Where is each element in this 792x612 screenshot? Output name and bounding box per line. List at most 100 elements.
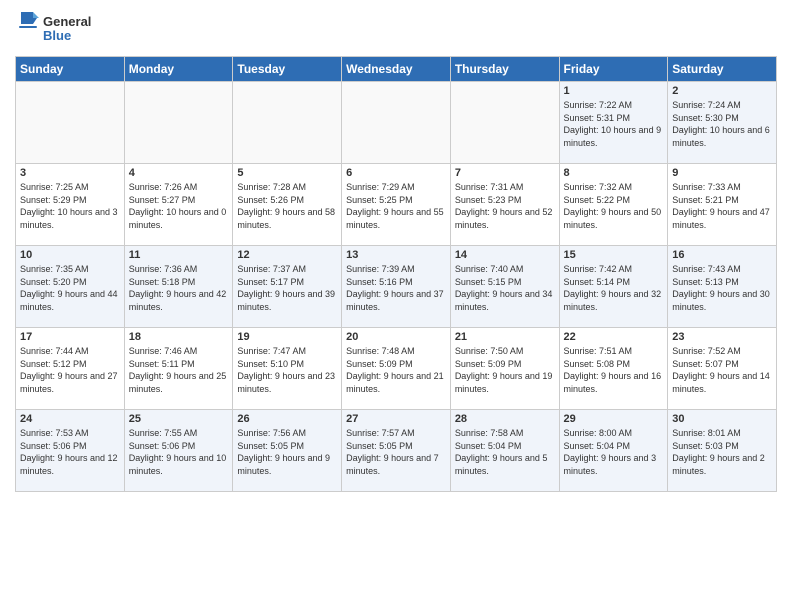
day-info: Sunrise: 8:00 AMSunset: 5:04 PMDaylight:… (564, 427, 664, 477)
calendar-cell: 11 Sunrise: 7:36 AMSunset: 5:18 PMDayligh… (124, 246, 233, 328)
calendar-cell: 1 Sunrise: 7:22 AMSunset: 5:31 PMDaylight… (559, 82, 668, 164)
calendar-cell: 15 Sunrise: 7:42 AMSunset: 5:14 PMDayligh… (559, 246, 668, 328)
day-info: Sunrise: 7:43 AMSunset: 5:13 PMDaylight:… (672, 263, 772, 313)
calendar-cell: 10Sunrise: 7:35 AMSunset: 5:20 PMDayligh… (16, 246, 125, 328)
day-number: 4 (129, 167, 229, 179)
calendar-cell: 6Sunrise: 7:29 AMSunset: 5:25 PMDaylight… (342, 164, 451, 246)
day-number: 20 (346, 331, 446, 343)
day-info: Sunrise: 7:40 AMSunset: 5:15 PMDaylight:… (455, 263, 555, 313)
calendar-cell: 9 Sunrise: 7:33 AMSunset: 5:21 PMDaylight… (668, 164, 777, 246)
day-number: 12 (237, 249, 337, 261)
weekday-header-thursday: Thursday (450, 57, 559, 82)
week-row-2: 3 Sunrise: 7:25 AMSunset: 5:29 PMDaylight… (16, 164, 777, 246)
weekday-header-tuesday: Tuesday (233, 57, 342, 82)
calendar-cell: 24Sunrise: 7:53 AMSunset: 5:06 PMDayligh… (16, 410, 125, 492)
calendar-cell: 12 Sunrise: 7:37 AMSunset: 5:17 PMDayligh… (233, 246, 342, 328)
logo-svg: General Blue (15, 10, 105, 48)
week-row-4: 17Sunrise: 7:44 AMSunset: 5:12 PMDayligh… (16, 328, 777, 410)
day-number: 25 (129, 413, 229, 425)
day-number: 29 (564, 413, 664, 425)
day-number: 14 (455, 249, 555, 261)
day-info: Sunrise: 7:39 AMSunset: 5:16 PMDaylight:… (346, 263, 446, 313)
calendar-cell (16, 82, 125, 164)
calendar-cell: 16 Sunrise: 7:43 AMSunset: 5:13 PMDayligh… (668, 246, 777, 328)
day-info: Sunrise: 7:31 AMSunset: 5:23 PMDaylight:… (455, 181, 555, 231)
day-number: 30 (672, 413, 772, 425)
day-info: Sunrise: 7:25 AMSunset: 5:29 PMDaylight:… (20, 181, 120, 231)
day-info: Sunrise: 7:55 AMSunset: 5:06 PMDaylight:… (129, 427, 229, 477)
day-number: 8 (564, 167, 664, 179)
week-row-5: 24Sunrise: 7:53 AMSunset: 5:06 PMDayligh… (16, 410, 777, 492)
day-info: Sunrise: 7:48 AMSunset: 5:09 PMDaylight:… (346, 345, 446, 395)
day-number: 21 (455, 331, 555, 343)
day-number: 27 (346, 413, 446, 425)
calendar-cell: 18Sunrise: 7:46 AMSunset: 5:11 PMDayligh… (124, 328, 233, 410)
day-number: 11 (129, 249, 229, 261)
day-number: 26 (237, 413, 337, 425)
calendar-cell: 13 Sunrise: 7:39 AMSunset: 5:16 PMDayligh… (342, 246, 451, 328)
calendar-cell: 22Sunrise: 7:51 AMSunset: 5:08 PMDayligh… (559, 328, 668, 410)
calendar-cell: 23 Sunrise: 7:52 AMSunset: 5:07 PMDayligh… (668, 328, 777, 410)
day-info: Sunrise: 7:26 AMSunset: 5:27 PMDaylight:… (129, 181, 229, 231)
calendar-cell: 4 Sunrise: 7:26 AMSunset: 5:27 PMDaylight… (124, 164, 233, 246)
calendar-cell: 2 Sunrise: 7:24 AMSunset: 5:30 PMDaylight… (668, 82, 777, 164)
calendar-cell: 19Sunrise: 7:47 AMSunset: 5:10 PMDayligh… (233, 328, 342, 410)
calendar-cell (450, 82, 559, 164)
day-number: 28 (455, 413, 555, 425)
day-number: 13 (346, 249, 446, 261)
day-info: Sunrise: 7:51 AMSunset: 5:08 PMDaylight:… (564, 345, 664, 395)
svg-text:General: General (43, 14, 91, 29)
day-number: 3 (20, 167, 120, 179)
main-container: General Blue SundayMondayTuesdayWednesda… (0, 0, 792, 497)
weekday-header-monday: Monday (124, 57, 233, 82)
day-info: Sunrise: 7:58 AMSunset: 5:04 PMDaylight:… (455, 427, 555, 477)
weekday-header-row: SundayMondayTuesdayWednesdayThursdayFrid… (16, 57, 777, 82)
calendar-table: SundayMondayTuesdayWednesdayThursdayFrid… (15, 56, 777, 492)
calendar-cell: 7Sunrise: 7:31 AMSunset: 5:23 PMDaylight… (450, 164, 559, 246)
day-info: Sunrise: 7:52 AMSunset: 5:07 PMDaylight:… (672, 345, 772, 395)
day-number: 5 (237, 167, 337, 179)
day-info: Sunrise: 7:28 AMSunset: 5:26 PMDaylight:… (237, 181, 337, 231)
calendar-cell: 17Sunrise: 7:44 AMSunset: 5:12 PMDayligh… (16, 328, 125, 410)
calendar-cell: 8 Sunrise: 7:32 AMSunset: 5:22 PMDaylight… (559, 164, 668, 246)
day-info: Sunrise: 7:36 AMSunset: 5:18 PMDaylight:… (129, 263, 229, 313)
day-info: Sunrise: 7:22 AMSunset: 5:31 PMDaylight:… (564, 99, 664, 149)
day-info: Sunrise: 8:01 AMSunset: 5:03 PMDaylight:… (672, 427, 772, 477)
calendar-cell: 27 Sunrise: 7:57 AMSunset: 5:05 PMDayligh… (342, 410, 451, 492)
calendar-cell (124, 82, 233, 164)
day-info: Sunrise: 7:53 AMSunset: 5:06 PMDaylight:… (20, 427, 120, 477)
day-number: 16 (672, 249, 772, 261)
day-info: Sunrise: 7:32 AMSunset: 5:22 PMDaylight:… (564, 181, 664, 231)
day-number: 18 (129, 331, 229, 343)
day-info: Sunrise: 7:33 AMSunset: 5:21 PMDaylight:… (672, 181, 772, 231)
calendar-cell: 14 Sunrise: 7:40 AMSunset: 5:15 PMDayligh… (450, 246, 559, 328)
day-info: Sunrise: 7:56 AMSunset: 5:05 PMDaylight:… (237, 427, 337, 477)
day-number: 9 (672, 167, 772, 179)
day-info: Sunrise: 7:37 AMSunset: 5:17 PMDaylight:… (237, 263, 337, 313)
day-info: Sunrise: 7:42 AMSunset: 5:14 PMDaylight:… (564, 263, 664, 313)
calendar-cell: 5 Sunrise: 7:28 AMSunset: 5:26 PMDaylight… (233, 164, 342, 246)
calendar-cell: 28 Sunrise: 7:58 AMSunset: 5:04 PMDayligh… (450, 410, 559, 492)
calendar-cell: 30 Sunrise: 8:01 AMSunset: 5:03 PMDayligh… (668, 410, 777, 492)
day-number: 15 (564, 249, 664, 261)
calendar-cell (233, 82, 342, 164)
logo: General Blue (15, 10, 105, 48)
weekday-header-wednesday: Wednesday (342, 57, 451, 82)
calendar-cell (342, 82, 451, 164)
day-info: Sunrise: 7:47 AMSunset: 5:10 PMDaylight:… (237, 345, 337, 395)
weekday-header-sunday: Sunday (16, 57, 125, 82)
calendar-cell: 25 Sunrise: 7:55 AMSunset: 5:06 PMDayligh… (124, 410, 233, 492)
calendar-cell: 3 Sunrise: 7:25 AMSunset: 5:29 PMDaylight… (16, 164, 125, 246)
day-info: Sunrise: 7:57 AMSunset: 5:05 PMDaylight:… (346, 427, 446, 477)
calendar-cell: 21Sunrise: 7:50 AMSunset: 5:09 PMDayligh… (450, 328, 559, 410)
weekday-header-saturday: Saturday (668, 57, 777, 82)
calendar-cell: 20 Sunrise: 7:48 AMSunset: 5:09 PMDayligh… (342, 328, 451, 410)
day-number: 17 (20, 331, 120, 343)
svg-text:Blue: Blue (43, 28, 71, 43)
day-number: 2 (672, 85, 772, 97)
header: General Blue (15, 10, 777, 48)
day-number: 23 (672, 331, 772, 343)
week-row-3: 10Sunrise: 7:35 AMSunset: 5:20 PMDayligh… (16, 246, 777, 328)
day-info: Sunrise: 7:24 AMSunset: 5:30 PMDaylight:… (672, 99, 772, 149)
day-number: 1 (564, 85, 664, 97)
